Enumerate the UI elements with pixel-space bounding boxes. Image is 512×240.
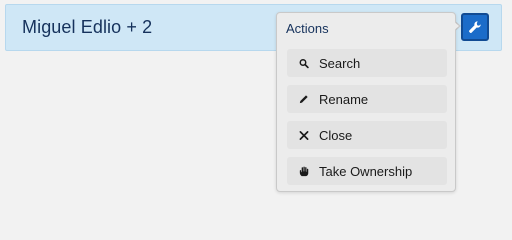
search-icon (287, 58, 309, 69)
action-search[interactable]: Search (287, 49, 447, 77)
hand-icon (287, 165, 309, 178)
action-rename-label: Rename (319, 91, 369, 107)
action-close[interactable]: Close (287, 121, 447, 149)
close-icon (287, 130, 309, 141)
pencil-icon (287, 93, 309, 105)
action-take-ownership-label: Take Ownership (319, 163, 413, 179)
popover-pointer-fill (452, 20, 459, 32)
actions-popover: Actions Search Rename Close Take Ownersh… (276, 12, 456, 192)
popover-title: Actions (286, 21, 329, 36)
action-close-label: Close (319, 127, 353, 143)
action-search-label: Search (319, 55, 361, 71)
conversation-title: Miguel Edlio + 2 (22, 17, 153, 37)
wrench-icon (469, 21, 481, 33)
page: Miguel Edlio + 2 Actions Search Rename C… (0, 0, 512, 211)
actions-button[interactable] (461, 13, 489, 41)
action-rename[interactable]: Rename (287, 85, 447, 113)
action-take-ownership[interactable]: Take Ownership (287, 157, 447, 185)
